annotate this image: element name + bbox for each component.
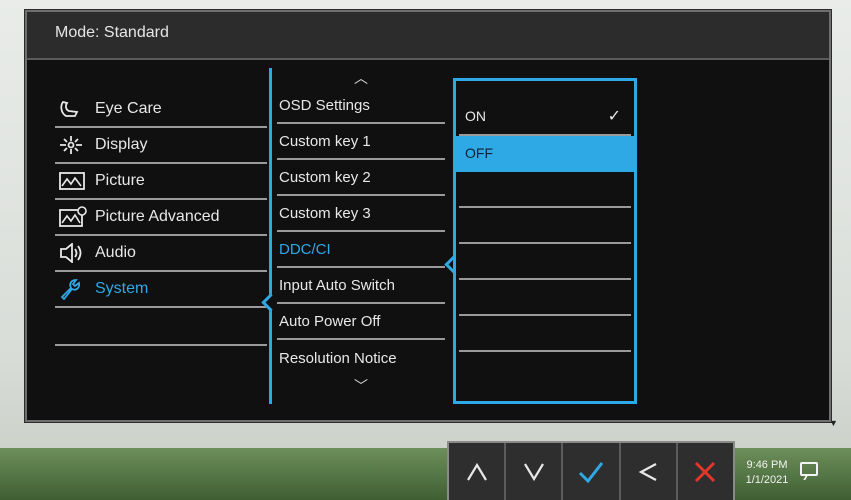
eye-care-icon — [59, 99, 89, 119]
osd-title: Mode: Standard — [55, 24, 169, 41]
left-arrow-icon — [638, 462, 657, 481]
check-icon: ✓ — [607, 108, 621, 125]
menu-item-picture-advanced[interactable]: Picture Advanced — [55, 200, 267, 236]
option-off[interactable]: OFF — [456, 136, 634, 172]
submenu-item-custom-key-1[interactable]: Custom key 1 — [277, 124, 445, 160]
menu-divider — [269, 68, 272, 404]
scroll-up-icon[interactable]: ︿ — [277, 68, 445, 88]
menu-item-label: Picture Advanced — [95, 208, 220, 225]
menu-item-picture[interactable]: Picture — [55, 164, 267, 200]
check-icon — [578, 461, 604, 483]
menu-item-eye-care[interactable]: Eye Care — [55, 92, 267, 128]
submenu-item-resolution-notice[interactable]: Resolution Notice — [277, 340, 445, 376]
submenu-item-label: Custom key 2 — [279, 168, 371, 186]
submenu-item-osd-settings[interactable]: OSD Settings — [277, 88, 445, 124]
clock-time: 9:46 PM — [746, 459, 788, 471]
submenu-item-label: Custom key 1 — [279, 132, 371, 150]
submenu-item-custom-key-3[interactable]: Custom key 3 — [277, 196, 445, 232]
menu-item-audio[interactable]: Audio — [55, 236, 267, 272]
submenu-item-label: Input Auto Switch — [279, 276, 395, 294]
notification-icon[interactable] — [800, 462, 818, 476]
submenu-item-label: OSD Settings — [279, 96, 370, 114]
osd-window: Mode: Standard Eye Care Display Picture … — [25, 10, 831, 422]
menu-item-display[interactable]: Display — [55, 128, 267, 164]
menu-item-label: Display — [95, 136, 148, 153]
up-arrow-icon — [466, 462, 487, 481]
osd-control-bar — [447, 441, 735, 500]
taskbar-clock[interactable]: 9:46 PM 1/1/2021 — [732, 458, 802, 488]
submenu-item-label: Custom key 3 — [279, 204, 371, 222]
option-empty — [459, 280, 631, 316]
menu-item-label: Picture — [95, 172, 145, 189]
clock-date: 1/1/2021 — [745, 474, 789, 486]
wrench-icon — [59, 278, 89, 300]
exit-button[interactable] — [678, 443, 733, 500]
option-on[interactable]: ON ✓ — [459, 98, 631, 136]
menu-item-label: Audio — [95, 244, 136, 261]
submenu-item-auto-power-off[interactable]: Auto Power Off — [277, 304, 445, 340]
display-icon — [59, 135, 89, 155]
submenu-item-label: DDC/CI — [279, 240, 331, 258]
menu-item-system[interactable]: System — [55, 272, 267, 308]
option-label: OFF — [465, 145, 493, 161]
osd-header: Mode: Standard — [27, 12, 829, 60]
picture-advanced-icon — [59, 206, 89, 228]
menu-separator — [55, 308, 267, 346]
option-empty — [459, 208, 631, 244]
down-arrow-icon — [523, 462, 544, 481]
speaker-icon — [59, 243, 89, 263]
scroll-down-icon[interactable]: ﹀ — [277, 376, 445, 396]
option-panel: ON ✓ OFF — [453, 78, 637, 404]
option-empty — [459, 172, 631, 208]
submenu-item-input-auto-switch[interactable]: Input Auto Switch — [277, 268, 445, 304]
submenu: ︿ OSD Settings Custom key 1 Custom key 2… — [277, 68, 445, 396]
option-label: ON — [465, 108, 486, 124]
picture-icon — [59, 171, 89, 191]
option-empty — [459, 244, 631, 280]
down-button[interactable] — [506, 443, 564, 500]
back-button[interactable] — [621, 443, 678, 500]
close-icon — [695, 461, 716, 482]
submenu-item-label: Resolution Notice — [279, 349, 397, 367]
main-menu: Eye Care Display Picture Picture Advance… — [55, 92, 267, 346]
submenu-item-label: Auto Power Off — [279, 312, 381, 330]
menu-item-label: Eye Care — [95, 100, 162, 117]
up-button[interactable] — [449, 443, 507, 500]
submenu-item-ddc-ci[interactable]: DDC/CI — [277, 232, 445, 268]
submenu-item-custom-key-2[interactable]: Custom key 2 — [277, 160, 445, 196]
menu-item-label: System — [95, 280, 149, 297]
ok-button[interactable] — [563, 443, 621, 500]
osd-body: Eye Care Display Picture Picture Advance… — [27, 60, 829, 420]
option-empty — [459, 316, 631, 352]
